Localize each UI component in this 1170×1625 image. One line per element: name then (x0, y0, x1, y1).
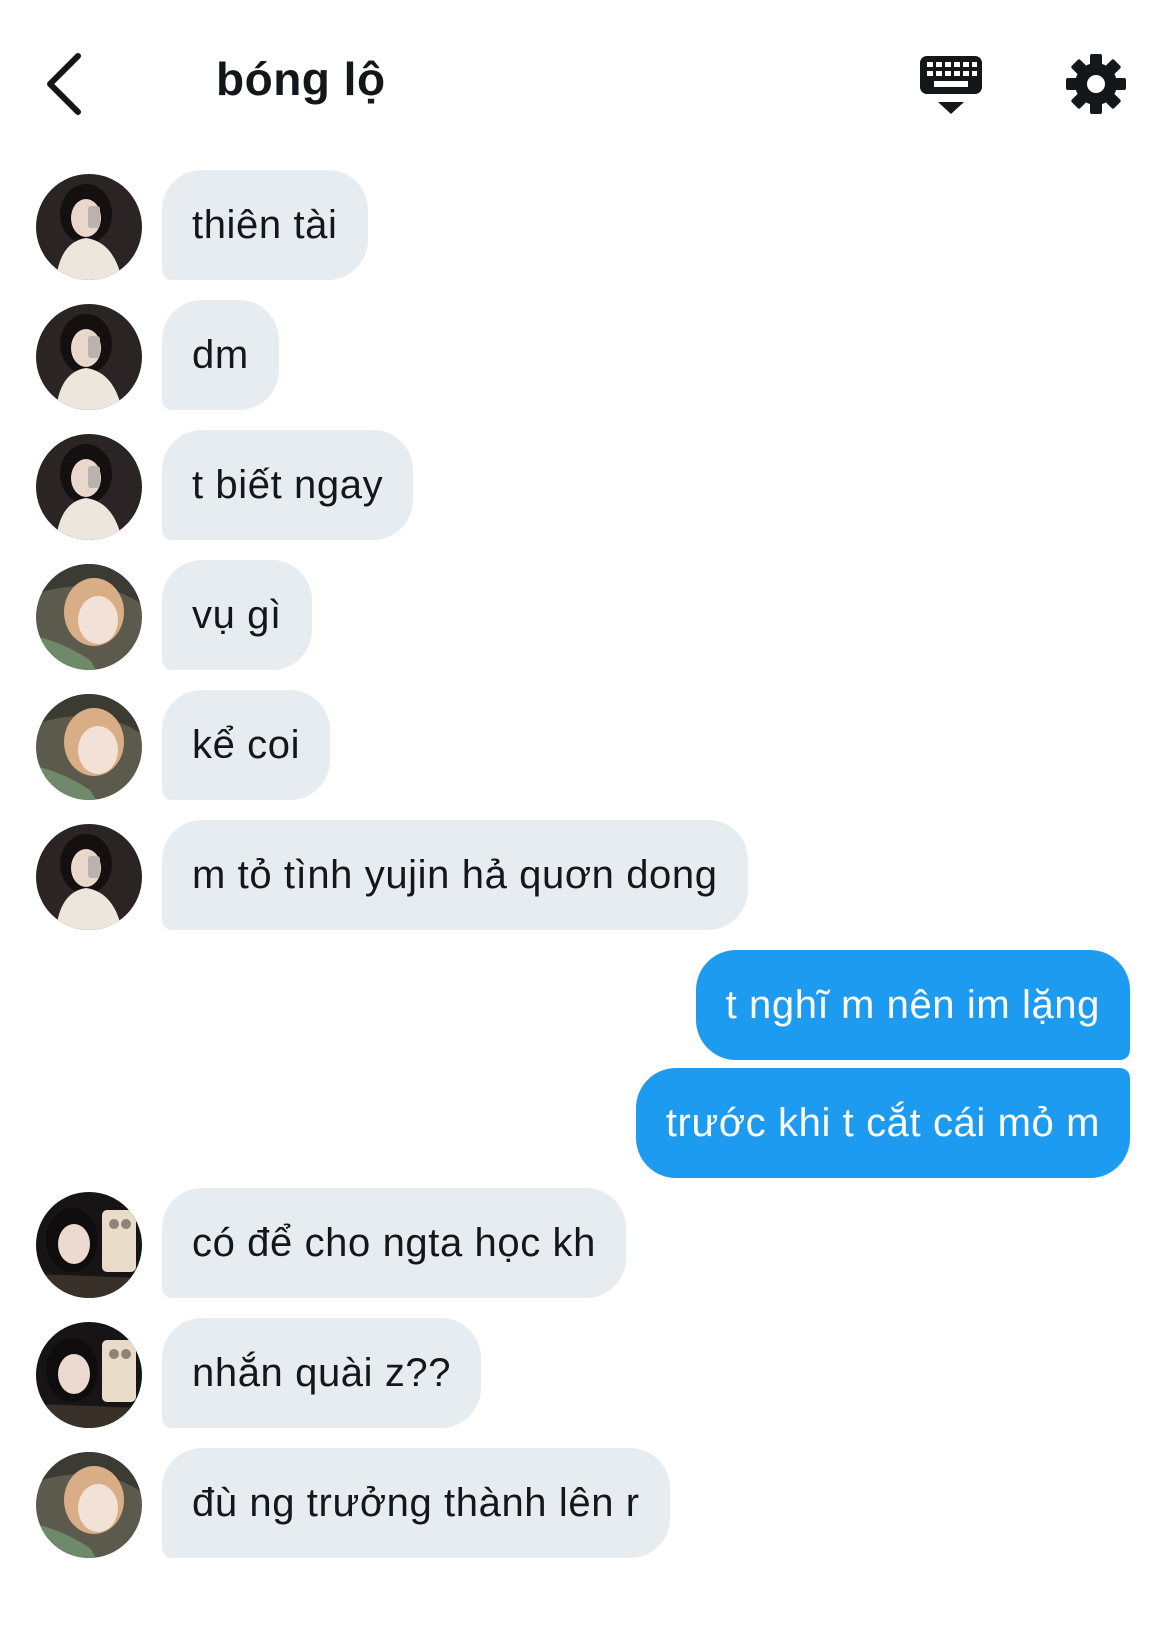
incoming-message-bubble: thiên tài (162, 170, 368, 280)
message-list: thiên tài dm t biết ngay vụ gì kể coi m … (0, 0, 1170, 1625)
message-row: m tỏ tình yujin hả quơn dong (0, 820, 1170, 932)
avatar[interactable] (36, 1452, 142, 1558)
incoming-message-bubble: có để cho ngta học kh (162, 1188, 626, 1298)
avatar[interactable] (36, 174, 142, 280)
incoming-message-bubble: nhắn quài z?? (162, 1318, 482, 1428)
incoming-message-bubble: vụ gì (162, 560, 312, 670)
message-row: t biết ngay (0, 430, 1170, 542)
message-row: nhắn quài z?? (0, 1318, 1170, 1430)
avatar[interactable] (36, 1192, 142, 1298)
message-row: t nghĩ m nên im lặng (0, 950, 1170, 1062)
avatar[interactable] (36, 434, 142, 540)
outgoing-message-bubble: t nghĩ m nên im lặng (695, 950, 1130, 1060)
avatar[interactable] (36, 824, 142, 930)
incoming-message-bubble: m tỏ tình yujin hả quơn dong (162, 820, 748, 930)
message-row: có để cho ngta học kh (0, 1188, 1170, 1300)
message-row: dm (0, 300, 1170, 412)
avatar[interactable] (36, 564, 142, 670)
incoming-message-bubble: t biết ngay (162, 430, 414, 540)
incoming-message-bubble: kể coi (162, 690, 331, 800)
message-row: trước khi t cắt cái mỏ m (0, 1068, 1170, 1180)
outgoing-message-bubble: trước khi t cắt cái mỏ m (635, 1068, 1130, 1178)
message-row: thiên tài (0, 170, 1170, 282)
message-row: kể coi (0, 690, 1170, 802)
message-row: đù ng trưởng thành lên r (0, 1448, 1170, 1560)
avatar[interactable] (36, 304, 142, 410)
avatar[interactable] (36, 1322, 142, 1428)
avatar[interactable] (36, 694, 142, 800)
message-row: vụ gì (0, 560, 1170, 672)
incoming-message-bubble: dm (162, 300, 279, 410)
incoming-message-bubble: đù ng trưởng thành lên r (162, 1448, 670, 1558)
